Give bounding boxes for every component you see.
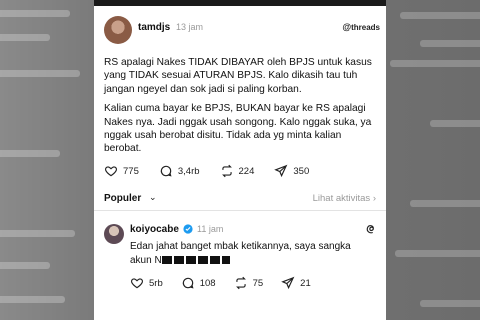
- like-count: 775: [123, 165, 139, 177]
- post-time: 13 jam: [176, 22, 204, 32]
- reply-comment-count: 108: [199, 277, 216, 289]
- repost-icon: [235, 276, 246, 290]
- comment-icon: [160, 165, 172, 177]
- reply-avatar[interactable]: [104, 224, 124, 244]
- share-icon: [281, 276, 295, 290]
- chevron-down-icon[interactable]: ⌄: [149, 192, 157, 203]
- redaction-bar: [161, 256, 230, 265]
- reply-share-count: 21: [300, 277, 311, 289]
- comment-icon: [182, 277, 194, 289]
- reply-line-1: Edan jahat banget mbak ketikannya, saya …: [130, 241, 351, 252]
- blurred-left-text: [0, 0, 100, 320]
- reply-comment-button[interactable]: 108: [181, 276, 216, 290]
- avatar[interactable]: [104, 16, 132, 44]
- comment-button[interactable]: 3,4rb: [159, 164, 200, 178]
- reply-like-count: 5rb: [149, 277, 163, 289]
- blurred-right-text: [370, 0, 480, 320]
- like-button[interactable]: 775: [104, 164, 139, 178]
- reply-username[interactable]: koiyocabe: [130, 224, 179, 235]
- comment-count: 3,4rb: [177, 165, 200, 177]
- post-actions: 775 3,4rb 224 350: [104, 164, 329, 178]
- threads-screenshot-card: tamdjs 13 jam @threads RS apalagi Nakes …: [94, 0, 386, 320]
- share-count: 350: [293, 165, 310, 177]
- post-paragraph-2: Kalian cuma bayar ke BPJS, BUKAN bayar k…: [104, 103, 372, 155]
- post-paragraph-1: RS apalagi Nakes TIDAK DIBAYAR oleh BPJS…: [104, 57, 372, 95]
- share-icon: [274, 164, 288, 178]
- verified-badge-icon: [183, 224, 193, 234]
- sort-dropdown[interactable]: Populer: [104, 193, 141, 204]
- reply-like-button[interactable]: 5rb: [130, 276, 163, 290]
- threads-logo: @threads: [342, 22, 380, 32]
- reply-body: Edan jahat banget mbak ketikannya, saya …: [130, 240, 370, 268]
- share-button[interactable]: 350: [274, 164, 309, 178]
- repost-icon: [221, 164, 232, 178]
- threads-icon[interactable]: [364, 222, 378, 236]
- repost-button[interactable]: 224: [220, 164, 255, 178]
- repost-count: 224: [238, 165, 255, 177]
- threads-icon: @: [342, 22, 352, 32]
- heart-icon: [104, 166, 118, 177]
- reply-repost-button[interactable]: 75: [234, 276, 264, 290]
- top-edge: [94, 0, 386, 6]
- post-username[interactable]: tamdjs: [138, 22, 170, 33]
- reply-repost-count: 75: [252, 277, 264, 289]
- reply-share-button[interactable]: 21: [281, 276, 311, 290]
- sort-row: Populer ⌄ Lihat aktivitas ›: [94, 184, 386, 211]
- view-activity-link[interactable]: Lihat aktivitas ›: [313, 193, 376, 204]
- reply-actions: 5rb 108 75 21: [130, 276, 329, 290]
- reply-line-2: akun N: [130, 255, 162, 266]
- post-body: RS apalagi Nakes TIDAK DIBAYAR oleh BPJS…: [104, 56, 380, 162]
- reply-time: 11 jam: [197, 224, 224, 234]
- heart-icon: [130, 278, 144, 289]
